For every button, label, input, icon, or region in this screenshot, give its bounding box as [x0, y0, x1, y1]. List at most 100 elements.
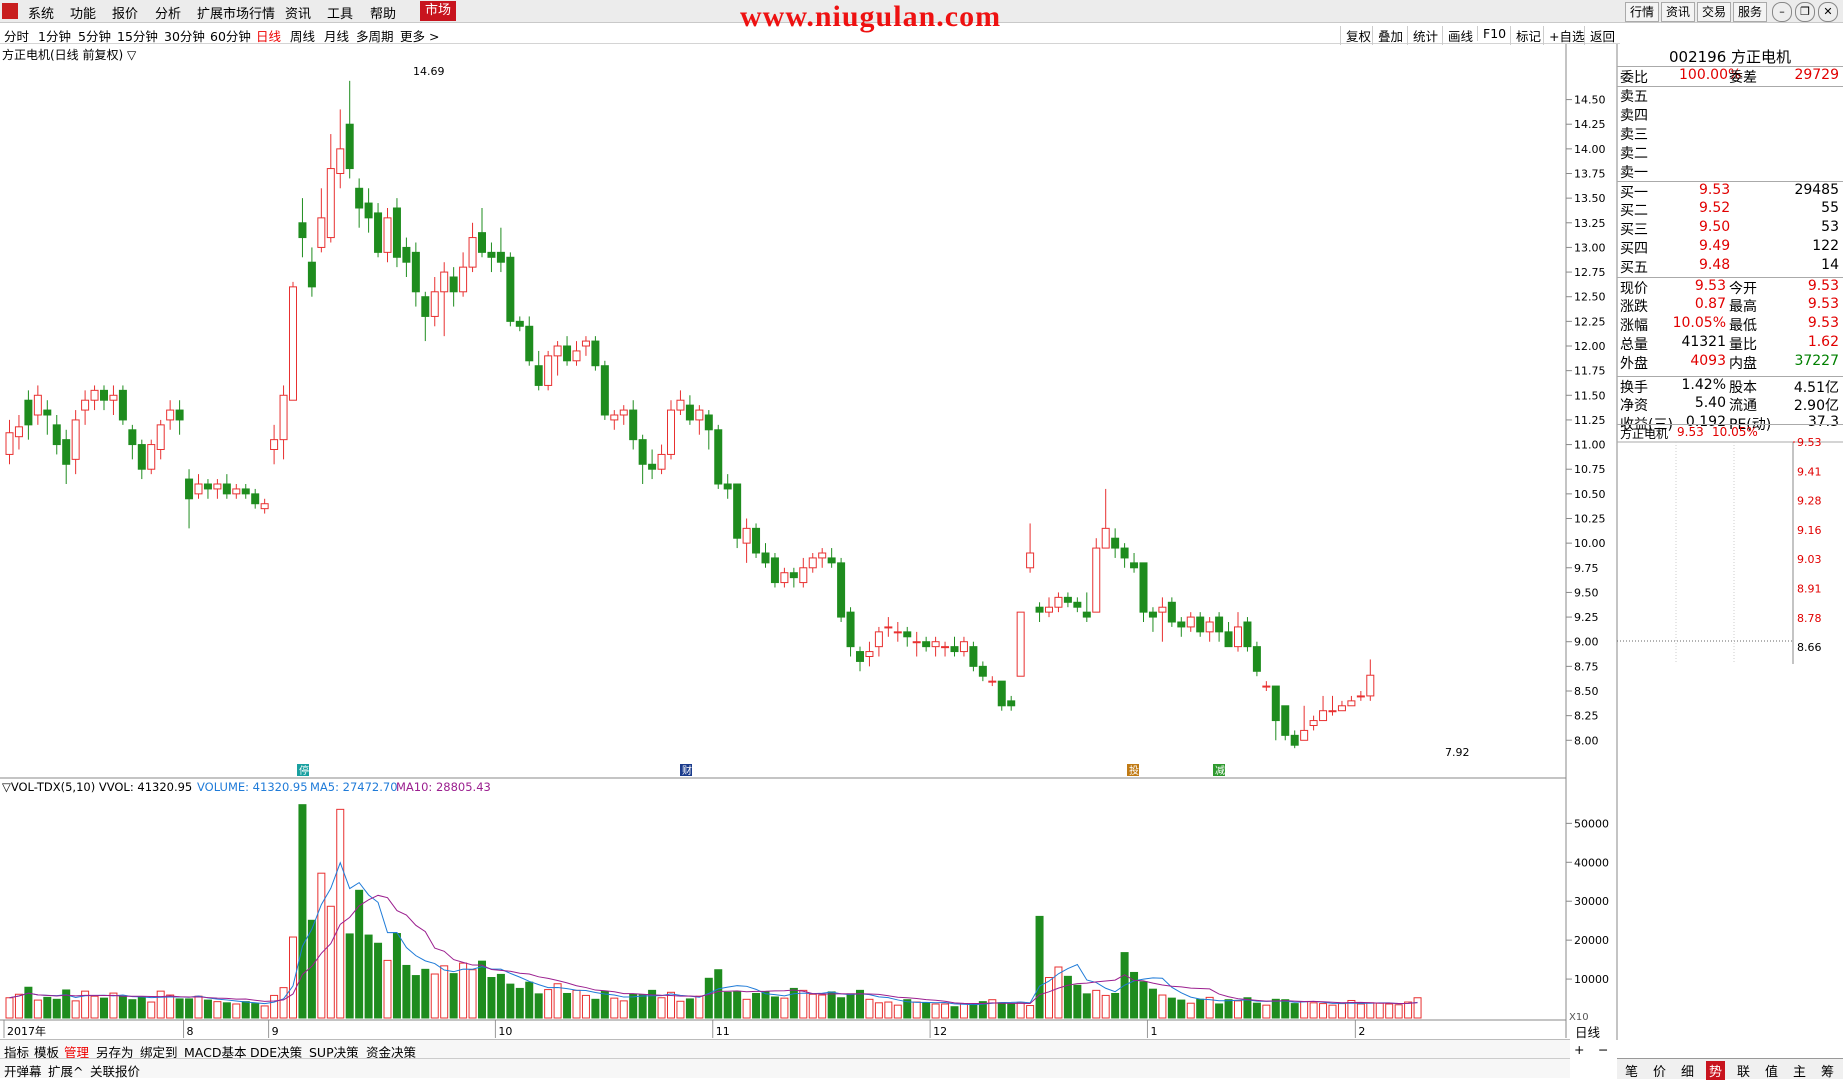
candle-body [459, 266, 468, 293]
candle-body [213, 483, 222, 490]
top-btn-service[interactable]: 服务 [1733, 2, 1767, 22]
volume-bar [780, 997, 789, 1019]
volume-bar [1271, 998, 1280, 1019]
volume-bar [591, 998, 600, 1019]
price-tick-label: 14.00 [1574, 143, 1606, 156]
candle-body [1300, 729, 1309, 741]
candle-body [1167, 601, 1176, 623]
price-tick-label: 13.25 [1574, 217, 1606, 230]
volume-bar [1073, 984, 1082, 1019]
rtab-chips[interactable]: 筹 [1821, 1061, 1834, 1080]
quote-panel: 002196 方正电机 委比 100.00% 委差 29729 卖五 卖四 卖三 卖二… [1617, 44, 1843, 1044]
zoom-in-icon[interactable]: + [1574, 1042, 1584, 1057]
volume-bar [137, 996, 146, 1019]
volume-bar [1035, 915, 1044, 1019]
candle-body [893, 631, 902, 634]
ma10-line [9, 894, 1418, 1004]
candle-body [1186, 616, 1195, 628]
candle-body [1101, 527, 1110, 549]
volume-bar [676, 1000, 685, 1019]
rtab-main[interactable]: 主 [1793, 1061, 1806, 1080]
candle-body [1262, 685, 1271, 688]
candle-body [194, 483, 203, 495]
volume-bar [534, 993, 543, 1019]
volume-bar [808, 993, 817, 1019]
volume-bar [52, 998, 61, 1019]
volume-bar [478, 960, 486, 1019]
volume-bar [487, 977, 496, 1019]
candle-body [846, 611, 855, 648]
candle-body [959, 641, 968, 653]
btn-related-quote[interactable]: 关联报价 [90, 1061, 140, 1080]
close-icon[interactable]: ✕ [1818, 2, 1838, 22]
price-tick-label: 12.25 [1574, 315, 1606, 328]
candle-body [1328, 710, 1337, 713]
price-tick-label: 8.50 [1574, 685, 1599, 698]
intraday-mini-chart[interactable]: 9.539.419.289.169.038.918.788.668.548.41… [1617, 44, 1843, 664]
candle-body [1026, 552, 1035, 569]
candle-body [667, 409, 675, 455]
candle-body [534, 365, 543, 386]
volume-bar [893, 1004, 902, 1019]
quote-panel-tabs: 笔 价 细 势 联 值 主 筹 [1617, 1058, 1843, 1080]
volume-bar [959, 1003, 968, 1019]
btn-bullet-comments[interactable]: 开弹幕 [4, 1061, 42, 1080]
volume-bar [950, 1006, 959, 1019]
rtab-trend[interactable]: 势 [1706, 1061, 1726, 1080]
rtab-link[interactable]: 联 [1737, 1061, 1750, 1080]
top-btn-trade[interactable]: 交易 [1697, 2, 1731, 22]
price-tick-label: 11.25 [1574, 414, 1606, 427]
volume-bar [1139, 981, 1148, 1019]
candle-body [1196, 616, 1205, 633]
volume-bar [430, 973, 439, 1019]
mini-price-tick: 9.16 [1797, 524, 1822, 537]
kline-chart[interactable]: 14.50 14.25 14.00 13.75 13.50 13.25 13.00 12.75… [0, 0, 1618, 1040]
candle-body [1139, 562, 1148, 613]
volume-bar [241, 1001, 250, 1019]
volume-bar [827, 991, 836, 1019]
volume-bar [1252, 1002, 1261, 1019]
candle-body [818, 552, 827, 559]
rtab-price[interactable]: 价 [1653, 1061, 1666, 1080]
zoom-out-icon[interactable]: − [1598, 1042, 1608, 1057]
candle-body [865, 651, 874, 657]
date-axis: 2017年 8 9 10 11 12 1 2 [0, 1019, 1566, 1038]
candle-body [789, 572, 798, 579]
candle-body [544, 355, 553, 386]
volume-bar [525, 981, 534, 1019]
volume-bar [1007, 1003, 1016, 1019]
candle-body [506, 256, 515, 322]
volume-indicator-name[interactable]: ▽VOL-TDX(5,10) VVOL: 41320.95 [2, 780, 192, 794]
candle-body [1224, 631, 1233, 648]
volume-bar [1111, 992, 1120, 1019]
rtab-detail[interactable]: 细 [1681, 1061, 1694, 1080]
volume-bar [383, 959, 392, 1019]
candle-body [884, 626, 893, 629]
top-btn-news[interactable]: 资讯 [1661, 2, 1695, 22]
candle-body [411, 251, 420, 293]
price-tick-label: 11.00 [1574, 439, 1606, 452]
volume-bar [260, 1005, 269, 1019]
volume-bar [742, 998, 751, 1019]
rtab-tick[interactable]: 笔 [1625, 1061, 1638, 1080]
volume-bar [685, 998, 694, 1019]
mini-price-tick: 8.66 [1797, 641, 1822, 654]
volume-tick-label: 30000 [1574, 895, 1609, 908]
candle-body [440, 271, 449, 293]
restore-icon[interactable]: ❐ [1795, 2, 1815, 22]
candle-body [392, 207, 401, 258]
volume-bar [903, 999, 912, 1019]
top-btn-market[interactable]: 行情 [1625, 2, 1659, 22]
rtab-value[interactable]: 值 [1765, 1061, 1778, 1080]
candle-body [24, 399, 33, 426]
volume-bar [1054, 966, 1063, 1019]
volume-bar [496, 973, 505, 1019]
candle-body [1356, 695, 1365, 698]
volume-bar [326, 905, 335, 1019]
candle-body [1045, 606, 1053, 613]
volume-bar [704, 977, 713, 1019]
btn-extend[interactable]: 扩展^ [48, 1061, 83, 1080]
candle-body [421, 296, 430, 317]
candle-body [128, 429, 137, 446]
minimize-icon[interactable]: – [1772, 2, 1792, 22]
